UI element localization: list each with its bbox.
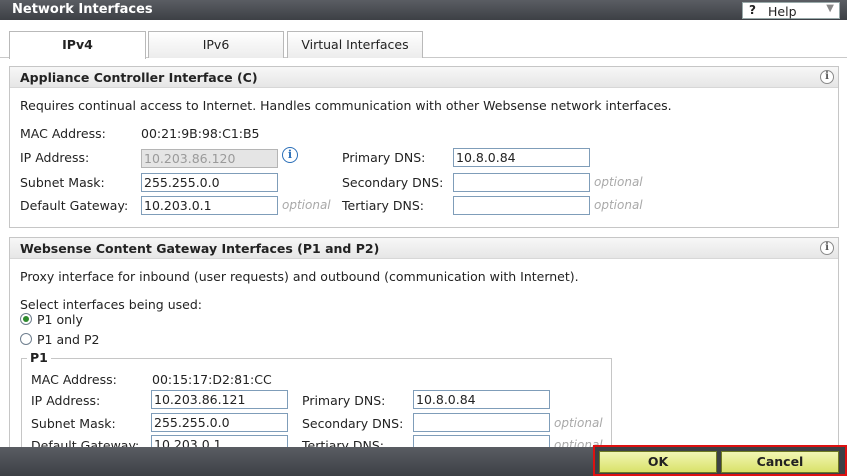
content-area[interactable]: Appliance Controller Interface (C) i Req… bbox=[0, 59, 847, 447]
tertiary-dns-field[interactable] bbox=[453, 196, 590, 215]
section-title: Websense Content Gateway Interfaces (P1 … bbox=[20, 241, 380, 256]
cancel-button[interactable]: Cancel bbox=[721, 451, 839, 473]
default-gateway-label: Default Gateway: bbox=[20, 198, 129, 213]
tertiary-dns-field[interactable] bbox=[413, 435, 550, 447]
section-header: Appliance Controller Interface (C) i bbox=[10, 67, 838, 88]
info-icon[interactable]: i bbox=[820, 241, 834, 255]
radio-p1-and-p2[interactable] bbox=[20, 333, 32, 345]
section-description: Requires continual access to Internet. H… bbox=[20, 98, 672, 113]
select-interfaces-label: Select interfaces being used: bbox=[20, 297, 202, 312]
ip-address-label: IP Address: bbox=[20, 150, 90, 165]
ip-address-label: IP Address: bbox=[31, 393, 101, 408]
tertiary-dns-label: Tertiary DNS: bbox=[342, 198, 425, 213]
ok-button[interactable]: OK bbox=[599, 451, 717, 473]
primary-dns-field[interactable]: 10.8.0.84 bbox=[453, 148, 590, 167]
subnet-mask-field[interactable]: 255.255.0.0 bbox=[151, 413, 288, 432]
secondary-dns-field[interactable] bbox=[453, 173, 590, 192]
ip-address-field[interactable]: 10.203.86.121 bbox=[151, 390, 288, 409]
help-label: Help bbox=[768, 4, 797, 19]
radio-p1-only[interactable] bbox=[20, 313, 32, 325]
subnet-mask-label: Subnet Mask: bbox=[20, 175, 105, 190]
radio-p1-only-label[interactable]: P1 only bbox=[37, 312, 83, 327]
primary-dns-label: Primary DNS: bbox=[302, 393, 386, 408]
tab-ipv6[interactable]: IPv6 bbox=[148, 31, 284, 58]
default-gateway-label: Default Gateway: bbox=[31, 438, 140, 447]
primary-dns-label: Primary DNS: bbox=[342, 150, 426, 165]
mac-address-label: MAC Address: bbox=[31, 372, 117, 387]
secondary-dns-label: Secondary DNS: bbox=[342, 175, 444, 190]
tertiary-dns-label: Tertiary DNS: bbox=[302, 438, 385, 447]
mac-address-value: 00:21:9B:98:C1:B5 bbox=[141, 126, 260, 141]
help-icon: ? bbox=[749, 3, 756, 17]
subnet-mask-field[interactable]: 255.255.0.0 bbox=[141, 173, 278, 192]
ip-address-field: 10.203.86.120 bbox=[141, 149, 278, 168]
section-title: Appliance Controller Interface (C) bbox=[20, 70, 258, 85]
dialog-buttons: OK Cancel bbox=[593, 445, 847, 476]
info-icon[interactable]: i bbox=[820, 70, 834, 84]
subnet-mask-label: Subnet Mask: bbox=[31, 416, 116, 431]
window-title: Network Interfaces bbox=[12, 2, 153, 17]
tab-virtual-interfaces[interactable]: Virtual Interfaces bbox=[287, 31, 423, 58]
section-description: Proxy interface for inbound (user reques… bbox=[20, 269, 579, 284]
p1-legend: P1 bbox=[27, 350, 51, 365]
default-gateway-field[interactable]: 10.203.0.1 bbox=[141, 196, 278, 215]
help-dropdown[interactable]: ? Help ▼ bbox=[742, 2, 840, 19]
section-header: Websense Content Gateway Interfaces (P1 … bbox=[10, 238, 838, 259]
tab-ipv4[interactable]: IPv4 bbox=[9, 31, 146, 59]
secondary-dns-label: Secondary DNS: bbox=[302, 416, 404, 431]
optional-hint: optional bbox=[554, 416, 603, 430]
mac-address-label: MAC Address: bbox=[20, 126, 106, 141]
window-titlebar: Network Interfaces ? Help ▼ bbox=[0, 0, 847, 20]
info-icon[interactable]: i bbox=[282, 147, 298, 163]
primary-dns-field[interactable]: 10.8.0.84 bbox=[413, 390, 550, 409]
optional-hint: optional bbox=[594, 175, 643, 189]
content-gateway-section: Websense Content Gateway Interfaces (P1 … bbox=[9, 237, 839, 447]
radio-p1-and-p2-label[interactable]: P1 and P2 bbox=[37, 332, 99, 347]
chevron-down-icon: ▼ bbox=[826, 3, 834, 14]
tab-bar: IPv4 IPv6 Virtual Interfaces bbox=[0, 20, 847, 59]
mac-address-value: 00:15:17:D2:81:CC bbox=[152, 372, 272, 387]
optional-hint: optional bbox=[594, 198, 643, 212]
optional-hint: optional bbox=[282, 198, 331, 212]
secondary-dns-field[interactable] bbox=[413, 413, 550, 432]
appliance-controller-section: Appliance Controller Interface (C) i Req… bbox=[9, 66, 839, 228]
default-gateway-field[interactable]: 10.203.0.1 bbox=[151, 435, 288, 447]
